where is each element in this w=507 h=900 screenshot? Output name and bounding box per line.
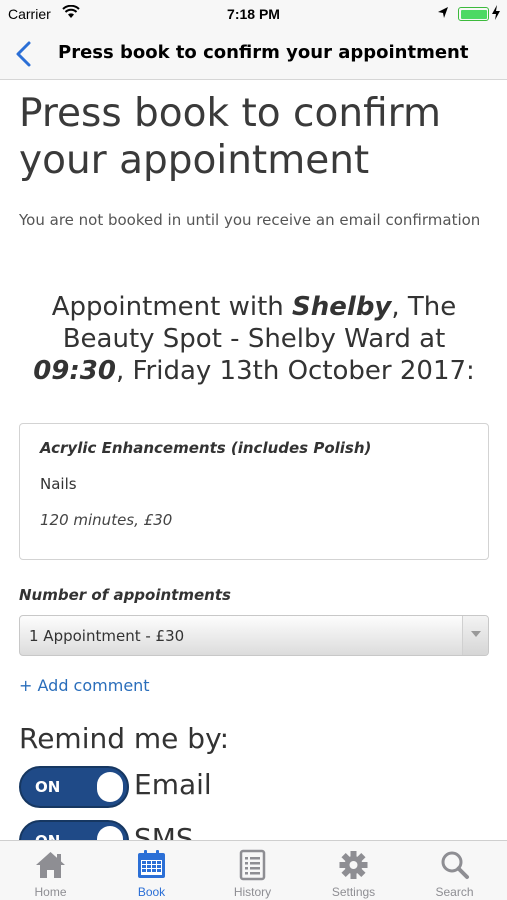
- select-dropdown-button[interactable]: [462, 616, 488, 655]
- email-reminder-label: Email: [134, 768, 212, 801]
- page-subtitle: You are not booked in until you receive …: [19, 211, 481, 229]
- chevron-left-icon: [16, 41, 31, 67]
- battery-icon: [458, 7, 489, 21]
- tab-settings-label: Settings: [331, 885, 376, 899]
- appointments-count-select[interactable]: 1 Appointment - £30: [19, 615, 489, 656]
- chevron-down-icon: [471, 631, 481, 637]
- gear-icon: [339, 851, 368, 879]
- tab-home-label: Home: [34, 885, 67, 899]
- status-bar: Carrier 7:18 PM: [0, 0, 507, 28]
- tab-settings[interactable]: Settings: [303, 841, 404, 900]
- email-reminder-toggle[interactable]: ON: [19, 766, 129, 808]
- appointment-summary: Appointment with Shelby, The Beauty Spot…: [19, 291, 489, 387]
- add-comment-link[interactable]: + Add comment: [19, 676, 150, 695]
- tab-history[interactable]: History: [202, 841, 303, 900]
- remind-me-heading: Remind me by:: [19, 722, 230, 755]
- page-title: Press book to confirm your appointment: [19, 91, 441, 183]
- summary-date: , Friday 13th October 2017:: [115, 356, 475, 386]
- list-document-icon: [239, 849, 266, 881]
- back-button[interactable]: [12, 40, 38, 68]
- sms-reminder-toggle[interactable]: ON: [19, 820, 129, 840]
- tab-home[interactable]: Home: [0, 841, 101, 900]
- service-name: Acrylic Enhancements (includes Polish): [40, 439, 372, 457]
- charging-icon: [492, 5, 500, 23]
- toggle-knob: [97, 826, 123, 840]
- home-icon: [36, 852, 65, 878]
- main-content[interactable]: Press book to confirm your appointment Y…: [0, 80, 507, 840]
- toggle-state-label: ON: [35, 778, 61, 796]
- calendar-icon: [138, 850, 165, 878]
- tab-book-label: Book: [137, 885, 166, 899]
- tab-bar: Home Book History Settings Search: [0, 840, 507, 900]
- tab-search-label: Search: [435, 885, 474, 899]
- location-arrow-icon: [437, 6, 449, 22]
- tab-history-label: History: [233, 885, 272, 899]
- tab-book[interactable]: Book: [101, 841, 202, 900]
- sms-reminder-label: SMS: [134, 822, 194, 840]
- appointments-count-label: Number of appointments: [19, 586, 231, 604]
- search-icon: [441, 851, 469, 879]
- toggle-knob: [97, 772, 123, 802]
- summary-prefix: Appointment with: [51, 292, 293, 322]
- service-category: Nails: [40, 475, 77, 493]
- summary-time: 09:30: [33, 356, 116, 386]
- nav-title: Press book to confirm your appointment: [58, 42, 469, 63]
- appointments-count-value: 1 Appointment - £30: [29, 627, 185, 645]
- status-time: 7:18 PM: [227, 6, 280, 22]
- service-duration-price: 120 minutes, £30: [40, 511, 173, 529]
- navigation-bar: Press book to confirm your appointment: [0, 28, 507, 80]
- summary-staff: Shelby: [292, 292, 392, 322]
- tab-search[interactable]: Search: [404, 841, 505, 900]
- toggle-state-label: ON: [35, 832, 60, 840]
- service-card: Acrylic Enhancements (includes Polish) N…: [19, 423, 489, 560]
